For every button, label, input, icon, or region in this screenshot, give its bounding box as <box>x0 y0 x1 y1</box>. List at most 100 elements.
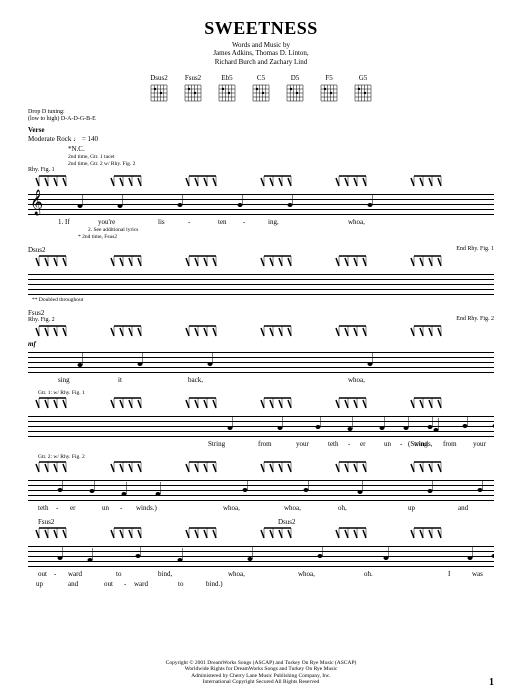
lyric-syllable: whoa, <box>223 504 240 512</box>
chord-name: C5 <box>257 74 265 82</box>
music-system: Fsus2Dsus2out-wardtobind,whoa,whoa,oh.Iw… <box>28 518 494 588</box>
chord-diagram: Fsus2 <box>184 74 202 103</box>
lyric-syllable: - <box>348 440 350 448</box>
chord-name: F5 <box>325 74 332 82</box>
tempo-marking: Moderate Rock ♩ = 140 <box>28 135 494 143</box>
chord-grid <box>252 83 270 103</box>
music-systems: *N.C.2nd time, Gtr. 1 tacet2nd time, Gtr… <box>28 145 494 588</box>
chord-symbol: *N.C. <box>68 145 85 153</box>
tuning-detail: (low to high) D-A-D-G-B-E <box>28 116 96 122</box>
treble-staff <box>28 274 494 296</box>
lyric-syllable: teth <box>38 504 49 512</box>
tuning-note: Drop D tuning: (low to high) D-A-D-G-B-E <box>28 109 494 122</box>
lyric-syllable: oh, <box>338 504 347 512</box>
chord-symbol: Dsus2 <box>28 246 46 254</box>
lyric-syllable: whoa, <box>228 570 245 578</box>
chord-diagram: Eb5 <box>218 74 236 103</box>
chord-diagram: G5 <box>354 74 372 103</box>
lyric-syllable: your <box>296 440 309 448</box>
lyric-syllable: whoa, <box>284 504 301 512</box>
song-title: SWEETNESS <box>28 18 494 39</box>
lyric-syllable: to <box>178 580 183 588</box>
lyric-syllable: up <box>408 504 415 512</box>
music-system: Gtr. 2: w/ Rhy. Fig. 2teth-erun-winds.)w… <box>28 454 494 512</box>
lyrics-line: Stringfromyourteth-erun-winds,(Stringfro… <box>28 440 494 448</box>
chord-name: D5 <box>291 74 300 82</box>
lyric-syllable: bind, <box>158 570 172 578</box>
lyric-syllable: - <box>54 570 56 578</box>
lyric-syllable: whoa, <box>348 218 365 226</box>
lyric-syllable: your <box>473 440 486 448</box>
treble-staff <box>28 546 494 568</box>
lyric-syllable: whoa, <box>298 570 315 578</box>
lyrics-line: teth-erun-winds.)whoa,whoa,oh,upand <box>28 504 494 512</box>
lyric-syllable: er <box>360 440 365 448</box>
lyric-syllable: ward <box>68 570 82 578</box>
footnote: ** Doubled throughout <box>32 297 494 303</box>
lyric-syllable: ten <box>218 218 227 226</box>
sheet-music-page: SWEETNESS Words and Music by James Adkin… <box>0 0 522 696</box>
rhythm-slash-staff <box>28 460 494 476</box>
lyric-syllable: - <box>400 440 402 448</box>
music-system: *N.C.2nd time, Gtr. 1 tacet2nd time, Gtr… <box>28 145 494 240</box>
lyric-syllable: 1. If <box>58 218 70 226</box>
lyric-syllable: it <box>118 376 122 384</box>
chord-grid <box>184 83 202 103</box>
lyric-syllable: from <box>258 440 272 448</box>
chord-diagram: F5 <box>320 74 338 103</box>
end-figure-label: End Rhy. Fig. 1 <box>456 246 494 252</box>
footer-line: Administered by Cherry Lane Music Publis… <box>28 673 494 680</box>
chord-symbols: Fsus2 <box>28 309 494 317</box>
lyric-syllable: sing <box>58 376 70 384</box>
lyric-syllable: and <box>68 580 78 588</box>
rhythm-slash-staff: End Rhy. Fig. 1 <box>28 254 494 270</box>
chord-name: Fsus2 <box>185 74 201 82</box>
dynamic-marking: mf <box>28 340 494 348</box>
lyrics-line: 1. Ifyou'relis-ten-ing,whoa, <box>28 218 494 226</box>
chord-diagrams-row: Dsus2 Fsus2 Eb5 C5 D5 F5 G5 <box>28 74 494 103</box>
lyric-syllable: - <box>120 504 122 512</box>
lyric-syllable: bind.) <box>206 580 223 588</box>
lyric-syllable: un <box>384 440 391 448</box>
chord-name: Dsus2 <box>150 74 168 82</box>
footer-line: Worldwide Rights for DreamWorks Songs an… <box>28 666 494 673</box>
lyric-syllable: you're <box>98 218 115 226</box>
music-system: Gtr. 1: w/ Rhy. Fig. 1Stringfromyourteth… <box>28 390 494 448</box>
chord-symbols: *N.C. <box>28 145 494 153</box>
lyric-syllable: I <box>448 570 450 578</box>
credits: Words and Music by James Adkins, Thomas … <box>28 41 494 66</box>
chord-symbol: Fsus2 <box>38 518 54 526</box>
lyric-syllable: back, <box>188 376 203 384</box>
lyrics-line: out-wardtobind,whoa,whoa,oh.Iwas <box>28 570 494 578</box>
chord-grid <box>150 83 168 103</box>
credit-line: Words and Music by <box>28 41 494 49</box>
lyric-syllable: out <box>104 580 113 588</box>
treble-staff <box>28 352 494 374</box>
lyric-syllable: out <box>38 570 47 578</box>
chord-diagram: C5 <box>252 74 270 103</box>
lyric-syllable: to <box>116 570 121 578</box>
lyric-syllable: from <box>443 440 457 448</box>
rhythm-slash-staff <box>28 526 494 542</box>
credit-line: James Adkins, Thomas D. Linton, <box>28 49 494 57</box>
lyric-syllable: String <box>208 440 225 448</box>
lyric-syllable: teth <box>328 440 339 448</box>
chord-grid <box>320 83 338 103</box>
chord-name: Eb5 <box>221 74 232 82</box>
rhythm-slash-staff <box>28 396 494 412</box>
music-system: Fsus2Rhy. Fig. 2End Rhy. Fig. 2mfsingitb… <box>28 309 494 384</box>
lyric-syllable: (String <box>408 440 427 448</box>
lyrics-line: singitback,whoa, <box>28 376 494 384</box>
page-number: 1 <box>489 677 494 688</box>
copyright-footer: Copyright © 2001 DreamWorks Songs (ASCAP… <box>28 660 494 686</box>
lyric-syllable: - <box>243 218 245 226</box>
lyric-syllable: un <box>102 504 109 512</box>
lyrics-line-secondary: upandout-wardtobind.) <box>28 580 494 588</box>
footnote: 2. See additional lyrics <box>88 227 494 233</box>
lyric-syllable: up <box>36 580 43 588</box>
footer-line: International Copyright Secured All Righ… <box>28 679 494 686</box>
rhythm-slash-staff <box>28 174 494 190</box>
chord-symbol: Fsus2 <box>28 309 44 317</box>
lyric-syllable: ing, <box>268 218 279 226</box>
chord-diagram: Dsus2 <box>150 74 168 103</box>
